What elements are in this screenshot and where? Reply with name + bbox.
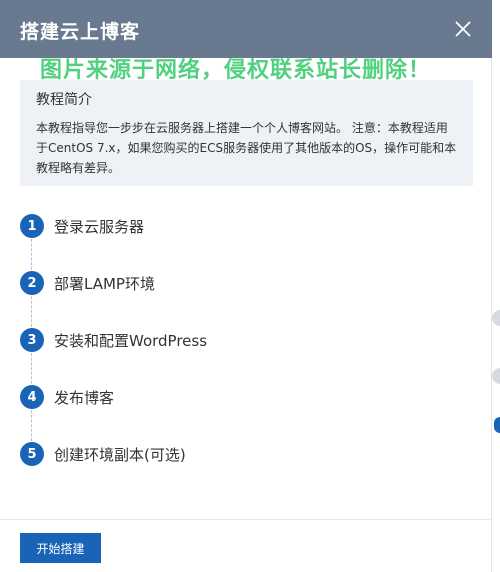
tutorial-panel: 搭建云上博客 图片来源于网络，侵权联系站长删除！ 教程简介 本教程指导您一步步在… <box>0 0 492 572</box>
step-number: 3 <box>20 328 44 352</box>
start-build-button[interactable]: 开始搭建 <box>20 533 101 563</box>
intro-title: 教程简介 <box>36 92 92 108</box>
step-item-3[interactable]: 3 安装和配置WordPress <box>20 327 207 353</box>
step-item-1[interactable]: 1 登录云服务器 <box>20 213 144 239</box>
step-label: 部署LAMP环境 <box>54 274 155 293</box>
panel-title: 搭建云上博客 <box>20 21 141 43</box>
step-label: 登录云服务器 <box>54 217 145 236</box>
step-item-2[interactable]: 2 部署LAMP环境 <box>20 270 155 296</box>
step-label: 创建环境副本(可选) <box>54 445 186 464</box>
step-number: 1 <box>20 214 44 238</box>
step-connector <box>31 296 32 327</box>
step-number: 4 <box>20 385 44 409</box>
step-connector <box>31 239 32 270</box>
intro-body: 本教程指导您一步步在云服务器上搭建一个个人博客网站。 注意：本教程适用于Cent… <box>36 121 457 175</box>
scroll-handle[interactable] <box>492 310 500 326</box>
step-label: 发布博客 <box>54 388 115 407</box>
step-number: 2 <box>20 271 44 295</box>
step-number: 5 <box>20 442 44 466</box>
step-item-5[interactable]: 5 创建环境副本(可选) <box>20 441 186 467</box>
footer-divider <box>0 519 492 520</box>
close-icon[interactable] <box>454 20 472 38</box>
step-label: 安装和配置WordPress <box>54 331 208 350</box>
panel-header: 搭建云上博客 <box>0 0 492 58</box>
step-connector <box>31 410 32 441</box>
side-tab[interactable] <box>494 417 500 433</box>
intro-box: 教程简介 本教程指导您一步步在云服务器上搭建一个个人博客网站。 注意：本教程适用… <box>20 80 473 186</box>
scroll-handle[interactable] <box>492 368 500 384</box>
step-item-4[interactable]: 4 发布博客 <box>20 384 114 410</box>
step-connector <box>31 353 32 384</box>
